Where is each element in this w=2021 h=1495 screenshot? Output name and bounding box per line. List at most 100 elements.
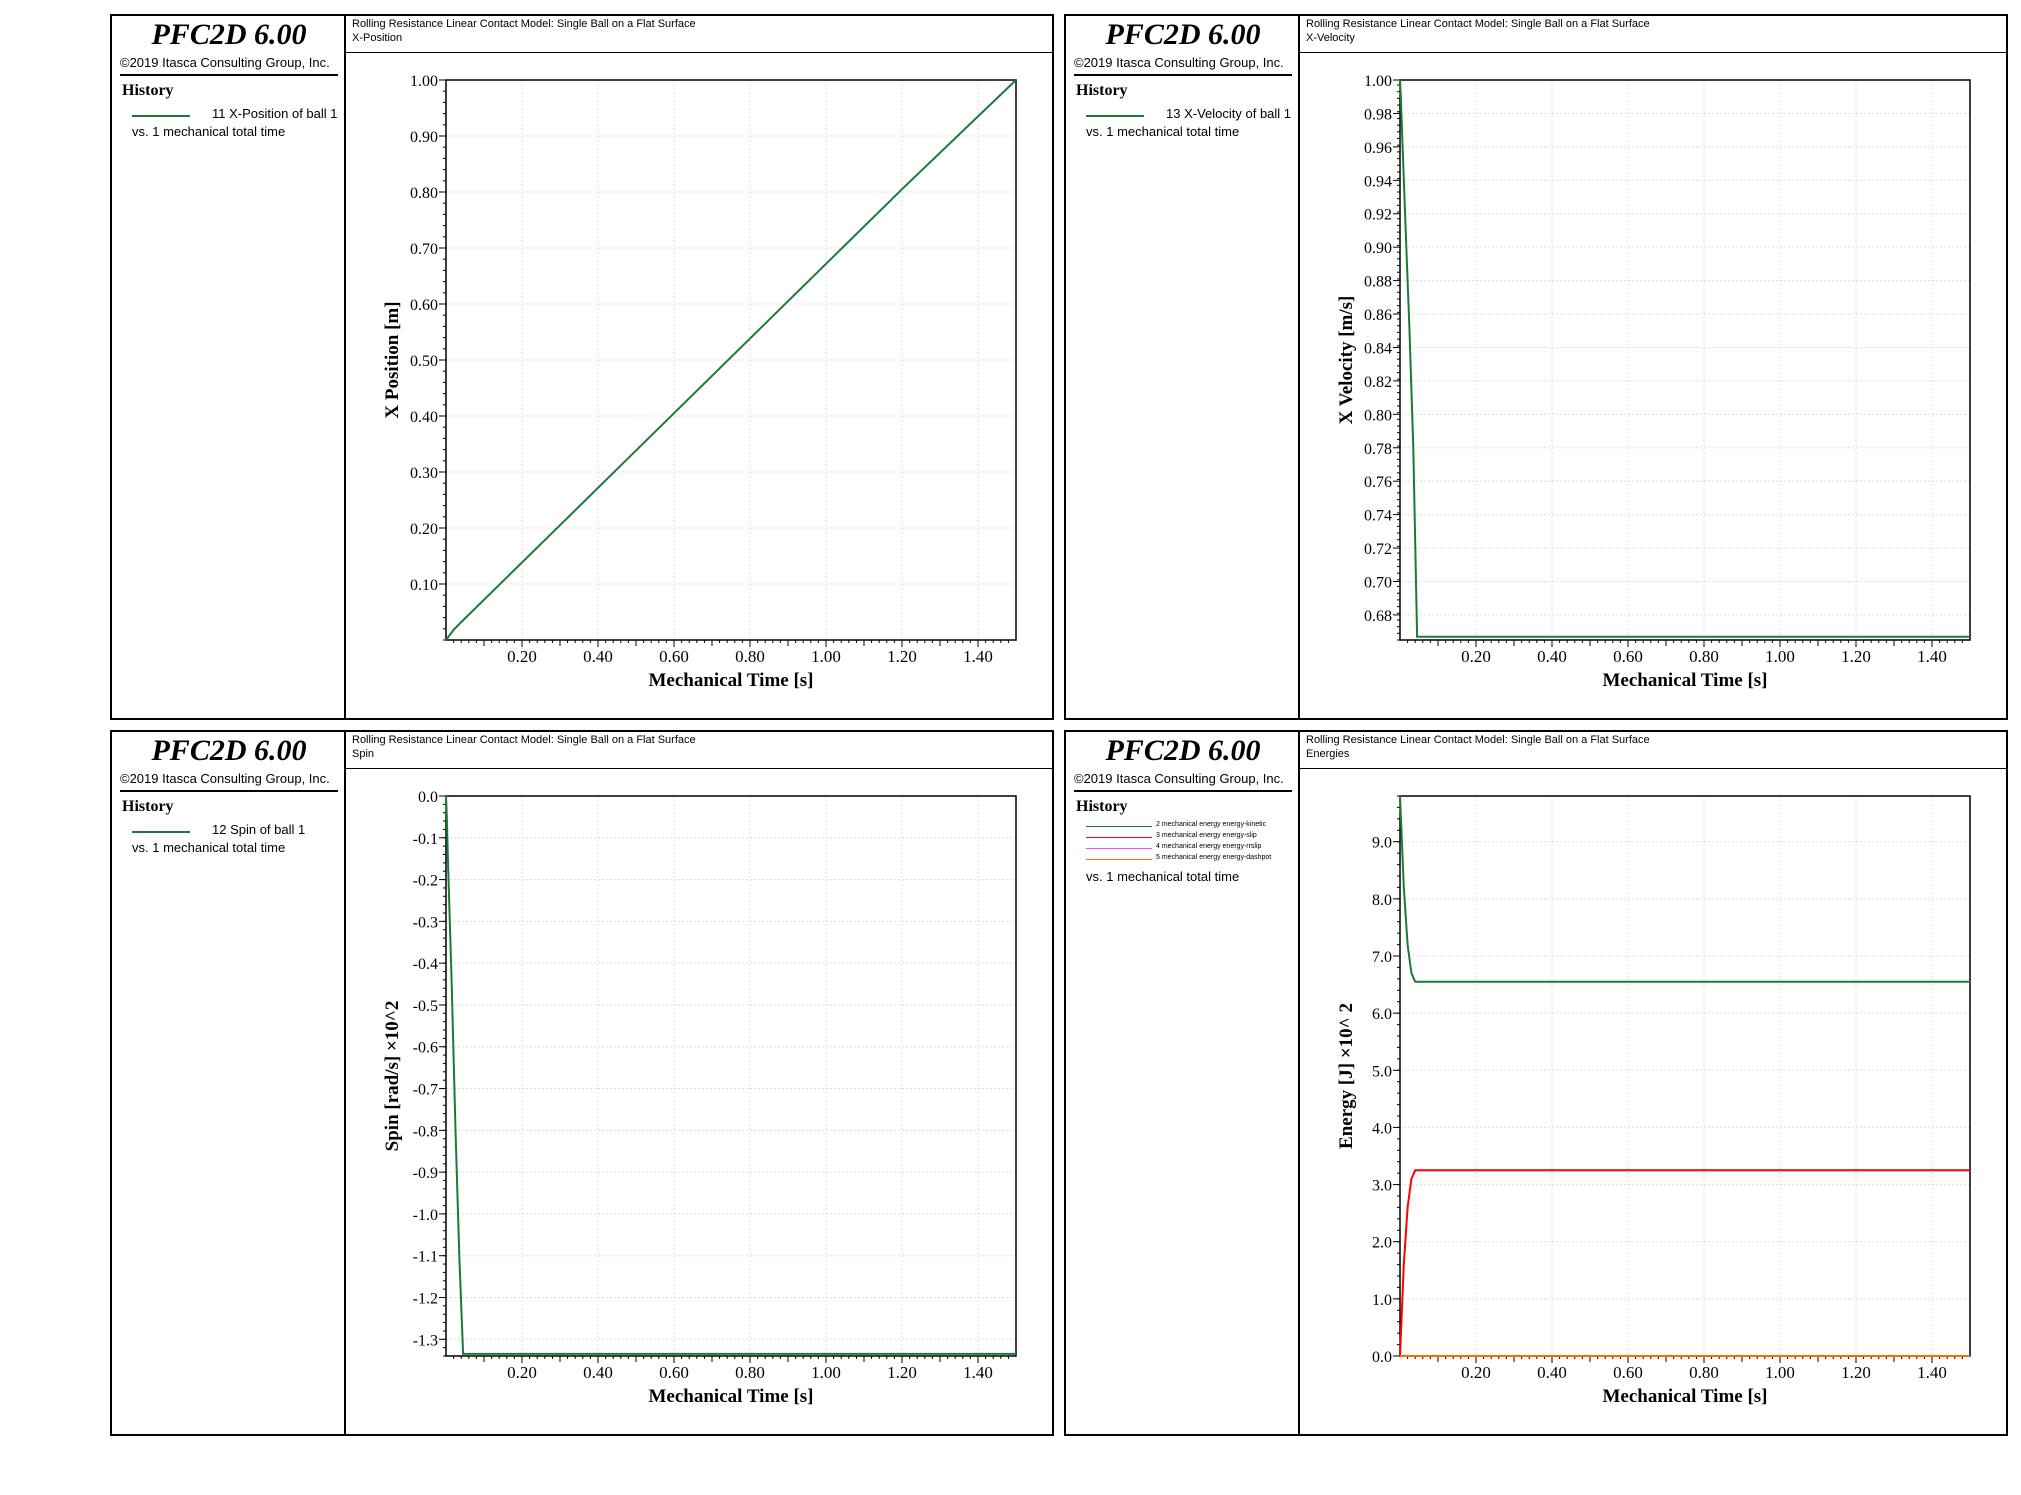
x-tick-label: 0.20 xyxy=(507,1363,537,1382)
legend-column: PFC2D 6.00 ©2019 Itasca Consulting Group… xyxy=(1066,16,1300,718)
y-tick-label: 0.78 xyxy=(1364,441,1392,458)
legend-column: PFC2D 6.00 ©2019 Itasca Consulting Group… xyxy=(112,732,346,1434)
history-panel-energies: PFC2D 6.00 ©2019 Itasca Consulting Group… xyxy=(1064,730,2008,1436)
y-tick-label: -0.7 xyxy=(413,1082,438,1099)
legend-label: 2 mechanical energy energy-kinetic xyxy=(1156,821,1267,828)
y-tick-label: 3.0 xyxy=(1372,1178,1392,1195)
y-tick-label: -1.1 xyxy=(413,1249,438,1266)
y-tick-label: 0.96 xyxy=(1364,140,1392,157)
x-tick-label: 0.80 xyxy=(1689,647,1719,666)
legend-label: 13 X-Velocity of ball 1 xyxy=(1166,106,1292,121)
energies-chart: 0.20 0.40 0.60 0.80 1.00 1.20 1.40 0.0 1.0 2.0 3.0… xyxy=(1336,795,1971,1407)
x-tick-label: 1.40 xyxy=(963,1363,993,1382)
y-tick-label: 0.50 xyxy=(410,353,438,370)
plot-subtitle: X-Velocity xyxy=(1306,32,1355,44)
x-tick-label: 0.40 xyxy=(583,1363,613,1382)
legend-label: 4 mechanical energy energy-rrslip xyxy=(1156,843,1262,850)
spin-chart: 0.20 0.40 0.60 0.80 1.00 1.20 1.40 0.0 -0.1 -0.2 -… xyxy=(382,789,1017,1407)
plot-title: Rolling Resistance Linear Contact Model:… xyxy=(1306,734,1650,746)
y-tick-label: 0.90 xyxy=(410,129,438,146)
legend-swatch xyxy=(1086,859,1152,860)
y-tick-label: 0.0 xyxy=(418,789,438,806)
x-position-chart: 0.20 0.40 0.60 0.80 1.00 1.20 1.40 0.10 0.20 0.30… xyxy=(382,73,1017,691)
plot-frame xyxy=(1399,79,1971,641)
copyright-text: ©2019 Itasca Consulting Group, Inc. xyxy=(1074,55,1284,70)
legend-label: 12 Spin of ball 1 xyxy=(212,822,306,837)
y-tick-label: 9.0 xyxy=(1372,835,1392,852)
legend-divider xyxy=(1074,74,1292,76)
y-tick-label: 0.40 xyxy=(410,409,438,426)
y-tick-label: 6.0 xyxy=(1372,1006,1392,1023)
y-tick-label: -0.5 xyxy=(413,998,438,1015)
x-tick-label: 0.40 xyxy=(1537,647,1567,666)
legend-swatch xyxy=(132,831,190,833)
y-tick-label: 0.60 xyxy=(410,297,438,314)
y-tick-label: 0.94 xyxy=(1364,173,1392,190)
plot-title-block: Rolling Resistance Linear Contact Model:… xyxy=(346,732,1052,769)
brand-title: PFC2D 6.00 xyxy=(1105,734,1261,767)
x-tick-label: 0.40 xyxy=(1537,1363,1567,1382)
x-tick-label: 1.20 xyxy=(1841,1363,1871,1382)
plot-title: Rolling Resistance Linear Contact Model:… xyxy=(352,734,696,746)
legend-column: PFC2D 6.00 ©2019 Itasca Consulting Group… xyxy=(1066,732,1300,1434)
legend-swatch xyxy=(1086,115,1144,117)
y-tick-label: -0.4 xyxy=(413,956,438,973)
y-tick-label: 0.98 xyxy=(1364,106,1392,123)
series-line-1 xyxy=(1399,1169,1970,1357)
y-tick-label: 0.68 xyxy=(1364,608,1392,625)
y-tick-label: 4.0 xyxy=(1372,1120,1392,1137)
y-tick-label: 0.90 xyxy=(1364,240,1392,257)
vs-time-label: vs. 1 mechanical total time xyxy=(132,840,286,855)
x-tick-label: 1.00 xyxy=(1765,647,1795,666)
x-tick-label: 1.20 xyxy=(1841,647,1871,666)
legend-label: 3 mechanical energy energy-slip xyxy=(1156,832,1257,839)
y-tick-label: 0.86 xyxy=(1364,307,1392,324)
copyright-text: ©2019 Itasca Consulting Group, Inc. xyxy=(1074,771,1284,786)
y-tick-label: -1.2 xyxy=(413,1290,438,1307)
y-tick-label: -1.3 xyxy=(413,1332,438,1349)
x-tick-label: 0.20 xyxy=(507,647,537,666)
y-tick-label: 0.0 xyxy=(1372,1349,1392,1366)
legend-divider xyxy=(120,790,338,792)
y-tick-label: 0.92 xyxy=(1364,207,1392,224)
vs-time-label: vs. 1 mechanical total time xyxy=(1086,124,1240,139)
x-tick-label: 0.80 xyxy=(1689,1363,1719,1382)
history-heading: History xyxy=(122,798,174,815)
x-tick-label: 1.00 xyxy=(811,1363,841,1382)
y-tick-label: 0.70 xyxy=(1364,574,1392,591)
x-tick-label: 1.00 xyxy=(1765,1363,1795,1382)
y-axis-label: Energy [J] ×10^ 2 xyxy=(1336,1003,1357,1149)
x-tick-label: 1.40 xyxy=(963,647,993,666)
x-tick-label: 0.60 xyxy=(659,647,689,666)
legend-label: 11 X-Position of ball 1 xyxy=(212,106,338,121)
legend-swatch xyxy=(1086,826,1152,827)
y-tick-label: -0.1 xyxy=(413,831,438,848)
copyright-text: ©2019 Itasca Consulting Group, Inc. xyxy=(120,55,330,70)
plot-subtitle: X-Position xyxy=(352,32,403,44)
y-tick-label: 0.72 xyxy=(1364,541,1392,558)
y-tick-label: 0.80 xyxy=(410,185,438,202)
legend-column: PFC2D 6.00 ©2019 Itasca Consulting Group… xyxy=(112,16,346,718)
x-axis-label: Mechanical Time [s] xyxy=(1603,1386,1768,1407)
history-panel-spin: PFC2D 6.00 ©2019 Itasca Consulting Group… xyxy=(110,730,1054,1436)
brand-title: PFC2D 6.00 xyxy=(1105,18,1261,51)
y-tick-label: 0.10 xyxy=(410,577,438,594)
legend-divider xyxy=(1074,790,1292,792)
plot-title-block: Rolling Resistance Linear Contact Model:… xyxy=(1300,16,2006,53)
y-tick-label: 8.0 xyxy=(1372,892,1392,909)
vs-time-label: vs. 1 mechanical total time xyxy=(132,124,286,139)
y-tick-label: 0.82 xyxy=(1364,374,1392,391)
y-axis-label: Spin [rad/s] ×10^2 xyxy=(382,1001,403,1152)
x-tick-label: 1.20 xyxy=(887,647,917,666)
y-tick-label: 1.00 xyxy=(1364,73,1392,90)
plot-title: Rolling Resistance Linear Contact Model:… xyxy=(352,18,696,30)
x-tick-label: 0.80 xyxy=(735,1363,765,1382)
legend-swatch xyxy=(1086,848,1152,849)
y-tick-label: 1.00 xyxy=(410,73,438,90)
history-heading: History xyxy=(1076,82,1128,99)
plot-title: Rolling Resistance Linear Contact Model:… xyxy=(1306,18,1650,30)
x-tick-label: 0.60 xyxy=(659,1363,689,1382)
y-tick-label: -0.3 xyxy=(413,914,438,931)
y-tick-label: 0.76 xyxy=(1364,474,1392,491)
y-tick-label: 0.70 xyxy=(410,241,438,258)
